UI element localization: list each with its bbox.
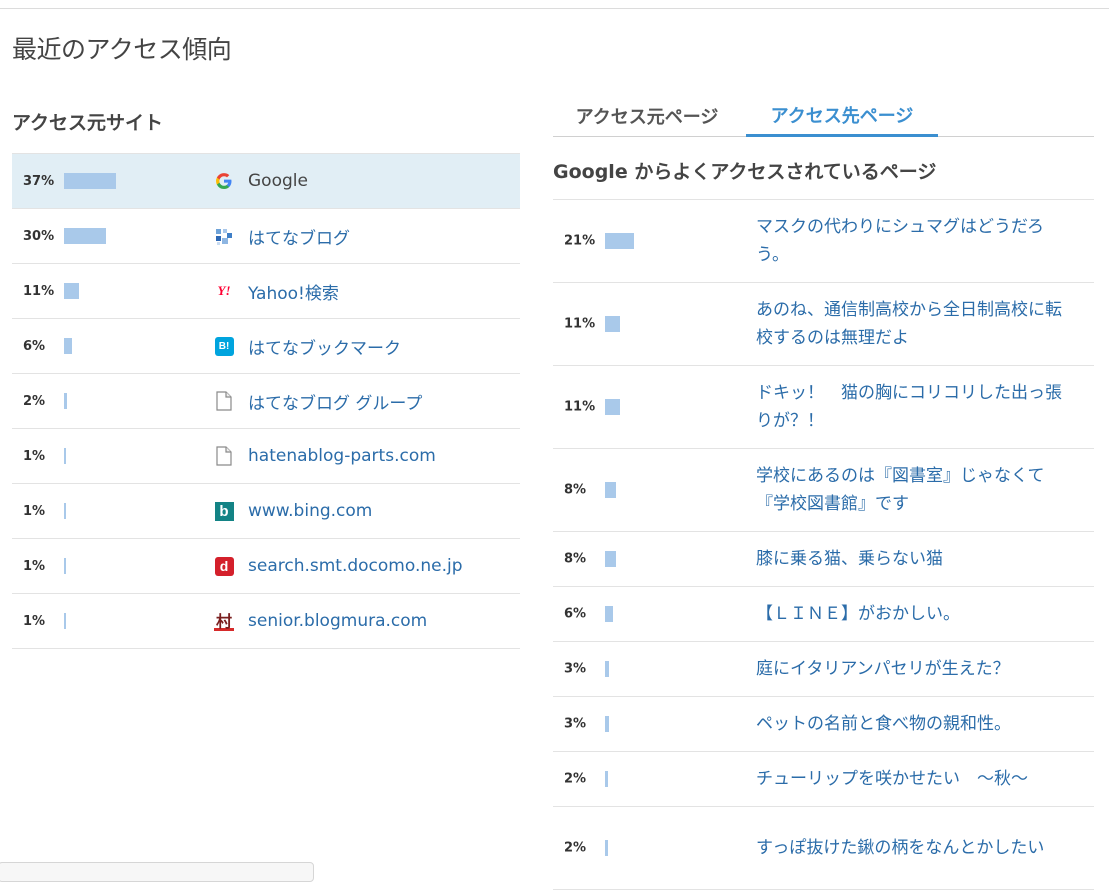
source-percent: 11% [23,283,55,299]
destination-row[interactable]: 8% 膝に乗る猫、乗らない猫 [553,532,1094,587]
source-percent: 6% [23,338,46,354]
destination-row[interactable]: 3% 庭にイタリアンパセリが生えた？ [553,642,1094,697]
page-icon [214,446,234,466]
source-share-bar [64,173,116,189]
destination-percent: 21% [564,233,596,249]
source-share-bar [64,393,67,409]
destination-percent: 8% [564,482,587,498]
tab-destination-pages[interactable]: アクセス先ページ [746,96,938,137]
source-row[interactable]: 37% Google [12,154,520,209]
google-icon [214,171,234,191]
source-percent: 2% [23,393,46,409]
destination-row[interactable]: 6% 【ＬＩＮＥ】がおかしい。 [553,587,1094,642]
destinations-table: 21% マスクの代わりにシュマグはどうだろう。 11% あのね、通信制高校から全日制高… [553,199,1094,890]
destination-page-link[interactable]: すっぽ抜けた鍬の柄をなんとかしたい [756,834,1076,862]
destination-row[interactable]: 11% あのね、通信制高校から全日制高校に転校するのは無理だよ [553,283,1094,366]
destination-share-bar [605,233,635,249]
source-link[interactable]: hatenablog-parts.com [248,446,436,466]
source-link[interactable]: はてなブログ [248,224,350,249]
blogmura-icon: 村 [214,611,234,631]
source-row[interactable]: 11% Y! Yahoo!検索 [12,264,520,319]
destination-page-link[interactable]: チューリップを咲かせたい ～秋～ [756,765,1076,793]
destination-page-link[interactable]: ドキッ！ 猫の胸にコリコリした出っ張りが？！ [756,379,1076,435]
source-link[interactable]: Google [248,171,308,191]
page-title: 最近のアクセス傾向 [12,35,232,64]
source-percent: 30% [23,228,55,244]
destination-page-link[interactable]: 学校にあるのは『図書室』じゃなくて『学校図書館』です [756,462,1076,518]
destination-percent: 11% [564,399,596,415]
destination-row[interactable]: 3% ペットの名前と食べ物の親和性。 [553,697,1094,752]
destination-share-bar [605,771,608,787]
destination-share-bar [605,399,621,415]
destination-share-bar [605,840,608,856]
bing-icon: b [214,501,234,521]
source-row[interactable]: 1% b www.bing.com [12,484,520,539]
top-divider [0,8,1109,9]
destination-percent: 3% [564,661,587,677]
source-row[interactable]: 1% 村 senior.blogmura.com [12,594,520,649]
source-percent: 1% [23,613,46,629]
destination-row[interactable]: 11% ドキッ！ 猫の胸にコリコリした出っ張りが？！ [553,366,1094,449]
destination-page-link[interactable]: 庭にイタリアンパセリが生えた？ [756,655,1076,683]
destination-row[interactable]: 8% 学校にあるのは『図書室』じゃなくて『学校図書館』です [553,449,1094,532]
tab-source-pages[interactable]: アクセス元ページ [567,96,727,136]
destination-page-link[interactable]: ペットの名前と食べ物の親和性。 [756,710,1076,738]
source-link[interactable]: はてなブログ グループ [248,389,422,414]
hatena-blog-icon [214,226,234,246]
source-share-bar [64,613,66,629]
source-row[interactable]: 1% d search.smt.docomo.ne.jp [12,539,520,594]
source-row[interactable]: 2% はてなブログ グループ [12,374,520,429]
destination-percent: 11% [564,316,596,332]
destination-page-link[interactable]: マスクの代わりにシュマグはどうだろう。 [756,213,1076,269]
source-link[interactable]: senior.blogmura.com [248,611,427,631]
source-share-bar [64,503,66,519]
source-link[interactable]: Yahoo!検索 [248,279,339,304]
destination-page-link[interactable]: あのね、通信制高校から全日制高校に転校するのは無理だよ [756,296,1076,352]
destination-percent: 2% [564,771,587,787]
destination-percent: 6% [564,606,587,622]
source-percent: 37% [23,173,55,189]
page-icon [214,391,234,411]
destination-share-bar [605,606,614,622]
hatena-bookmark-icon: B! [214,336,234,356]
source-share-bar [64,228,106,244]
destination-row[interactable]: 2% チューリップを咲かせたい ～秋～ [553,752,1094,807]
destinations-heading: Google からよくアクセスされているページ [553,161,937,183]
yahoo-icon: Y! [217,283,231,298]
sources-table: 37% Google 30% はてなブログ 11% Y! Yahoo!検索 6% B! はてなブッ… [12,153,520,649]
destination-page-link[interactable]: 膝に乗る猫、乗らない猫 [756,545,1076,573]
destination-page-link[interactable]: 【ＬＩＮＥ】がおかしい。 [756,600,1076,628]
sources-heading: アクセス元サイト [12,112,164,134]
source-percent: 1% [23,503,46,519]
source-percent: 1% [23,558,46,574]
destination-share-bar [605,551,617,567]
source-row[interactable]: 6% B! はてなブックマーク [12,319,520,374]
source-share-bar [64,448,66,464]
destination-percent: 8% [564,551,587,567]
destination-share-bar [605,661,610,677]
destination-share-bar [605,716,610,732]
destination-share-bar [605,316,621,332]
source-link[interactable]: search.smt.docomo.ne.jp [248,556,463,576]
tab-bar: アクセス元ページ アクセス先ページ [553,96,1094,137]
source-share-bar [64,558,66,574]
status-url-tooltip [0,862,314,882]
source-row[interactable]: 1% hatenablog-parts.com [12,429,520,484]
destination-row[interactable]: 21% マスクの代わりにシュマグはどうだろう。 [553,200,1094,283]
source-link[interactable]: www.bing.com [248,501,372,521]
destination-percent: 3% [564,716,587,732]
source-percent: 1% [23,448,46,464]
source-share-bar [64,338,73,354]
destination-percent: 2% [564,840,587,856]
destination-share-bar [605,482,617,498]
source-link[interactable]: はてなブックマーク [248,334,401,359]
destination-row[interactable]: 2% すっぽ抜けた鍬の柄をなんとかしたい [553,807,1094,890]
docomo-icon: d [214,556,234,576]
source-row[interactable]: 30% はてなブログ [12,209,520,264]
source-share-bar [64,283,80,299]
